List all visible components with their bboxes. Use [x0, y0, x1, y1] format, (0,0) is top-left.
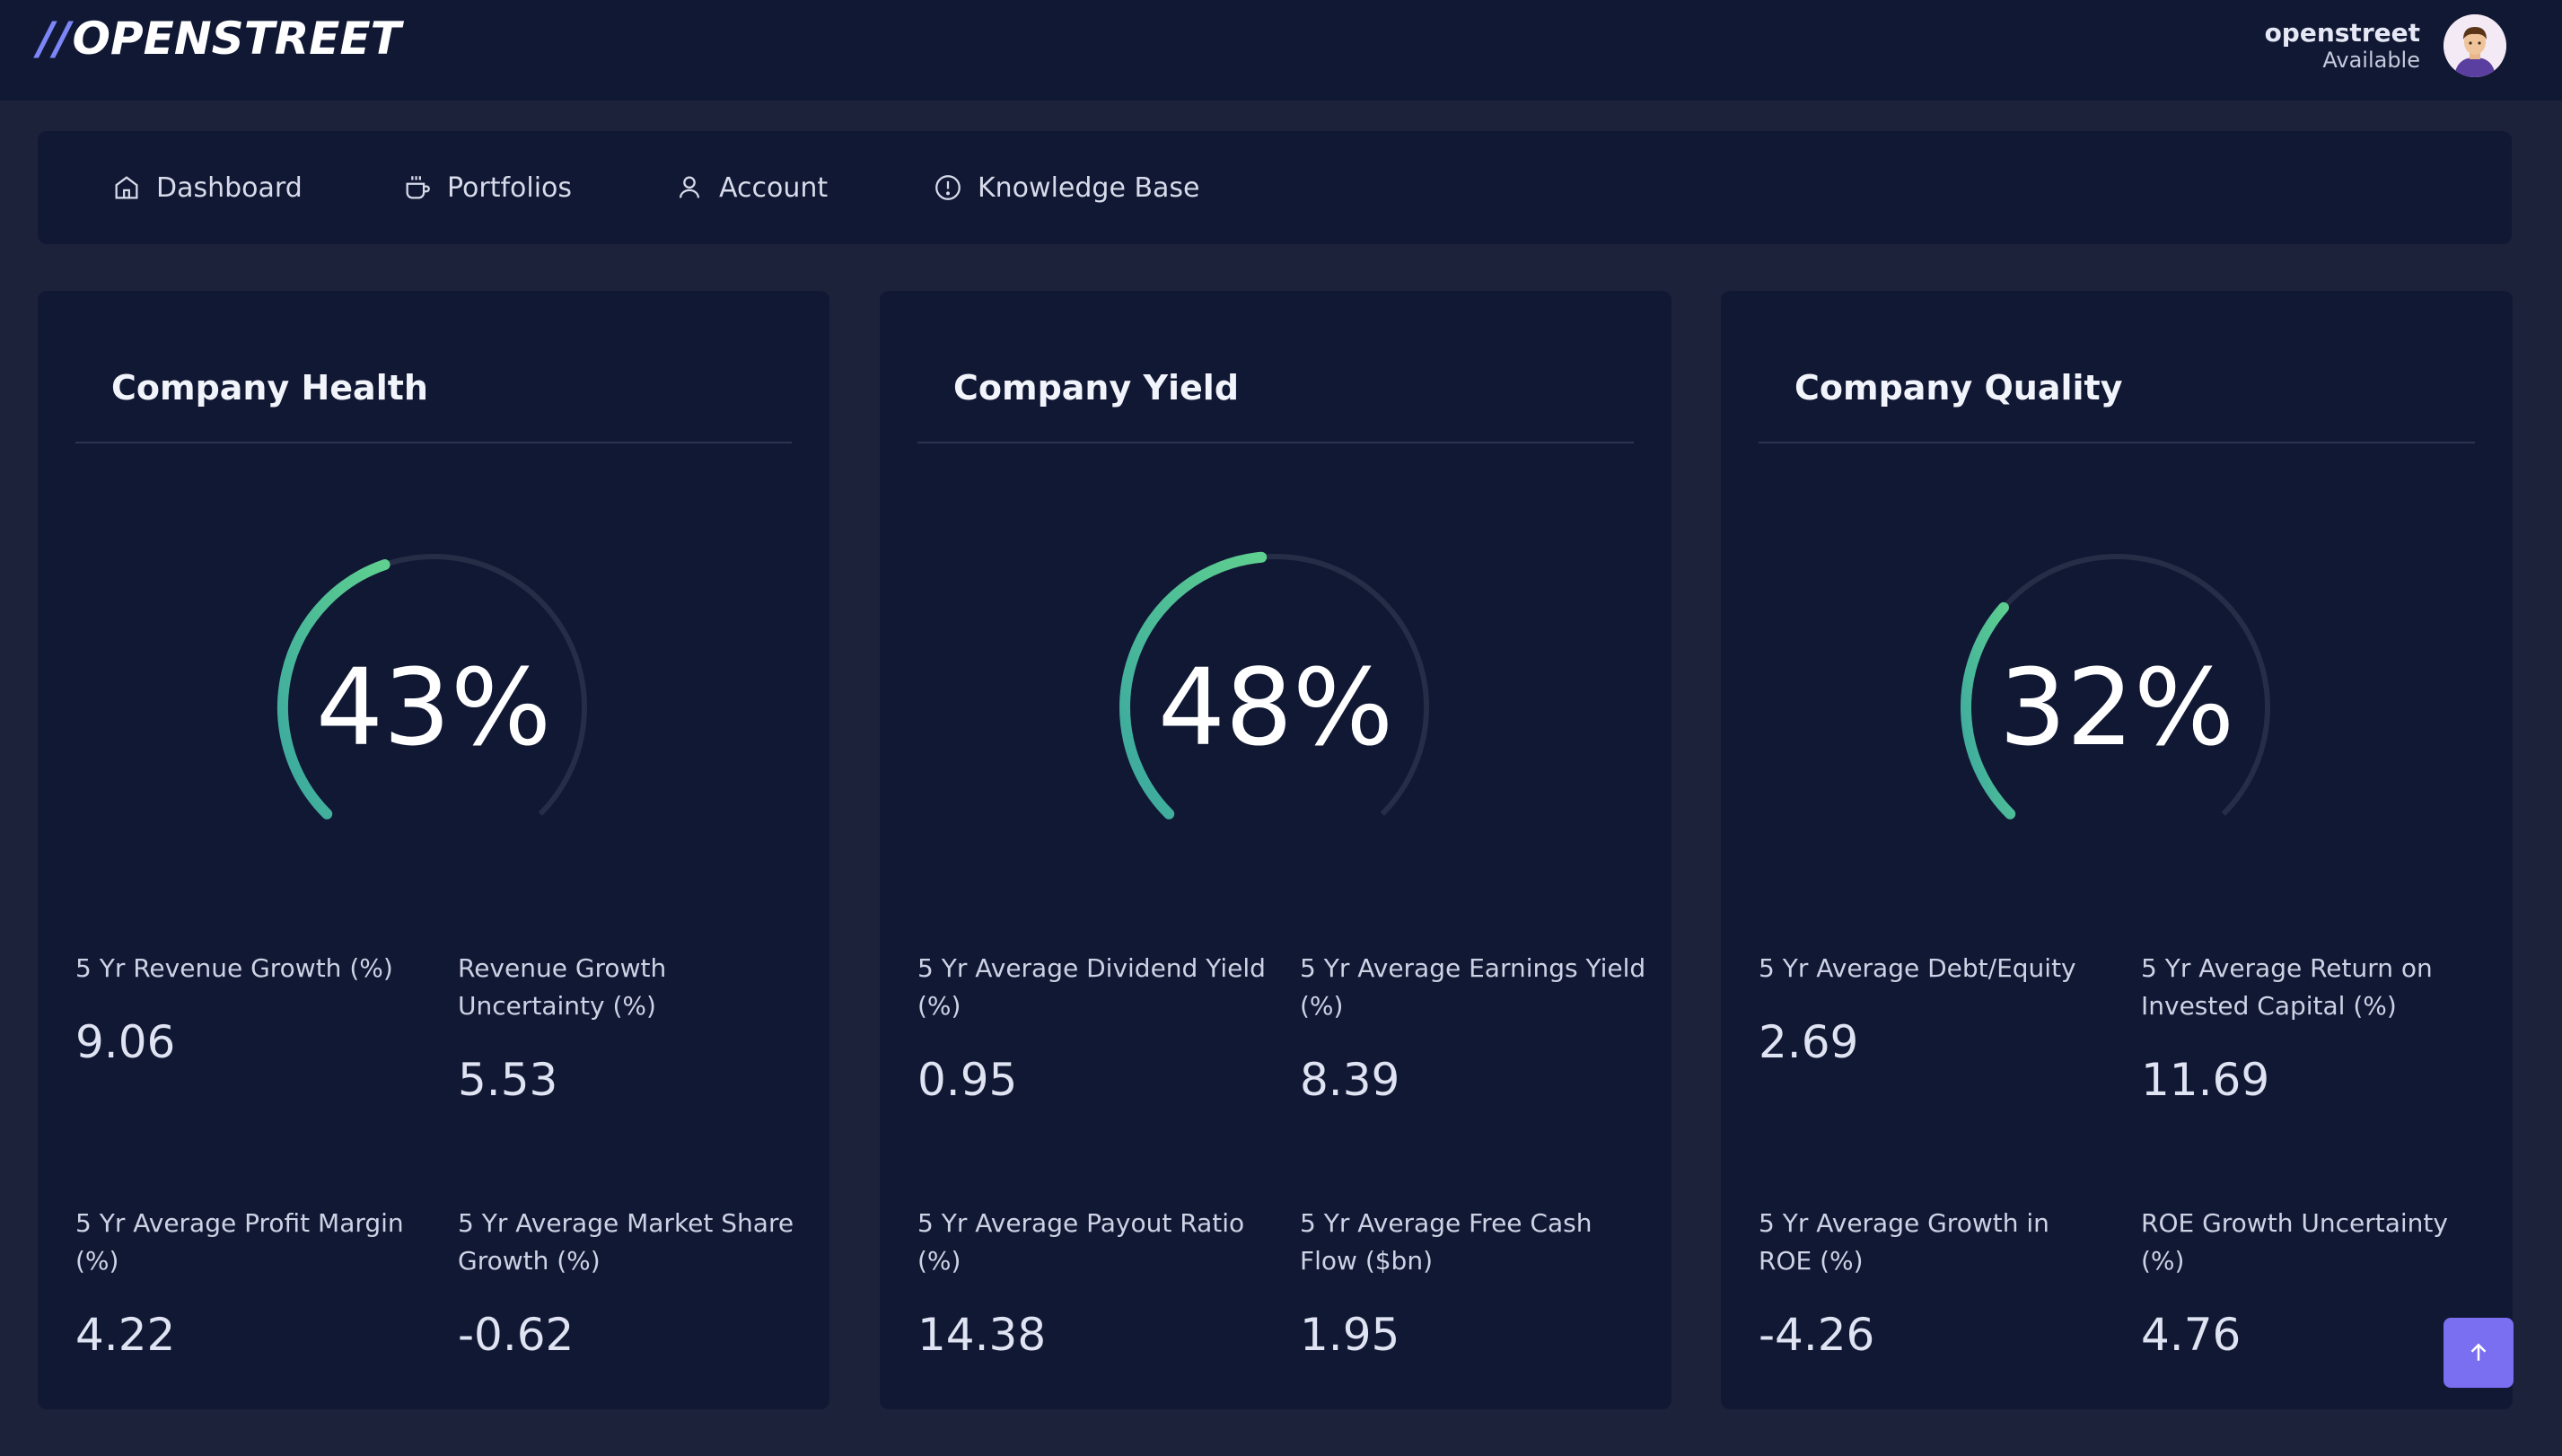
gauge-value: 48%	[1157, 645, 1394, 769]
metric-label: 5 Yr Average Profit Margin (%)	[75, 1208, 404, 1276]
metric-label: 5 Yr Average Market Share Growth (%)	[458, 1208, 794, 1276]
score-gauge: 32%	[1937, 528, 2296, 887]
metric-value: 4.22	[75, 1309, 176, 1361]
avatar-image	[2444, 14, 2506, 77]
metric-label: 5 Yr Average Growth in ROE (%)	[1759, 1208, 2049, 1276]
metric-value: 14.38	[917, 1309, 1047, 1361]
metric-value: 11.69	[2141, 1054, 2270, 1106]
metric-value: 2.69	[1759, 1016, 1859, 1068]
cup-icon	[406, 176, 430, 199]
top-bar: //OPENSTREET openstreet Available	[0, 0, 2562, 101]
metric-value: 4.76	[2141, 1309, 2242, 1361]
score-gauge: 43%	[254, 528, 613, 887]
metric-label: ROE Growth Uncertainty (%)	[2141, 1208, 2448, 1276]
metric-value: 8.39	[1300, 1054, 1400, 1106]
metric-value: -0.62	[458, 1309, 575, 1361]
divider	[1759, 442, 2475, 443]
metric-label: 5 Yr Average Payout Ratio (%)	[917, 1208, 1245, 1276]
nav-item-knowledge-base[interactable]: Knowledge Base	[933, 167, 1200, 208]
card-title: Company Health	[111, 368, 428, 408]
app-logo[interactable]: //OPENSTREET	[38, 13, 401, 65]
user-info[interactable]: openstreet Available	[2265, 18, 2420, 72]
card-title: Company Yield	[953, 368, 1240, 408]
metric-label: 5 Yr Average Debt/Equity	[1759, 953, 2076, 983]
main-nav: Dashboard Portfolios Account Knowledge B…	[38, 131, 2512, 244]
nav-label-account: Account	[719, 171, 829, 204]
home-icon	[115, 176, 138, 199]
metric-label: 5 Yr Average Earnings Yield (%)	[1300, 953, 1646, 1021]
card-company-yield: Company Yield 48% 5 Yr Average Dividend …	[880, 291, 1671, 1409]
arrow-up-icon	[2470, 1343, 2487, 1361]
card-title: Company Quality	[1794, 368, 2123, 408]
nav-label-portfolios: Portfolios	[447, 171, 573, 204]
metric-value: 1.95	[1300, 1309, 1400, 1361]
nav-item-portfolios[interactable]: Portfolios	[402, 167, 572, 208]
card-company-health: Company Health 43% 5 Yr Revenue Growth (…	[38, 291, 829, 1409]
metric-label: 5 Yr Average Dividend Yield (%)	[917, 953, 1266, 1021]
logo-slashes: //	[38, 13, 71, 65]
metric-value: 0.95	[917, 1054, 1018, 1106]
gauge-value: 43%	[315, 645, 552, 769]
metric-value: -4.26	[1759, 1309, 1875, 1361]
divider	[917, 442, 1634, 443]
divider	[75, 442, 792, 443]
nav-label-dashboard: Dashboard	[156, 171, 303, 204]
metric-label: 5 Yr Average Return on Invested Capital …	[2141, 953, 2433, 1021]
score-gauge: 48%	[1096, 528, 1455, 887]
user-name: openstreet	[2264, 18, 2420, 48]
gauge-value: 32%	[1998, 645, 2235, 769]
nav-item-dashboard[interactable]: Dashboard	[111, 167, 303, 208]
user-status: Available	[2322, 48, 2420, 73]
metric-value: 9.06	[75, 1016, 176, 1068]
nav-label-knowledge-base: Knowledge Base	[978, 171, 1200, 204]
metric-value: 5.53	[458, 1054, 558, 1106]
nav-item-account[interactable]: Account	[674, 167, 828, 208]
scroll-to-top-button[interactable]	[2444, 1318, 2514, 1388]
metric-label: 5 Yr Revenue Growth (%)	[75, 953, 393, 983]
avatar[interactable]	[2444, 14, 2506, 77]
user-icon	[679, 176, 700, 198]
logo-text: OPENSTREET	[72, 13, 401, 65]
card-company-quality: Company Quality 32% 5 Yr Average Debt/Eq…	[1721, 291, 2513, 1409]
info-icon	[935, 175, 961, 200]
metric-label: 5 Yr Average Free Cash Flow ($bn)	[1300, 1208, 1592, 1276]
metric-label: Revenue Growth Uncertainty (%)	[458, 953, 667, 1021]
